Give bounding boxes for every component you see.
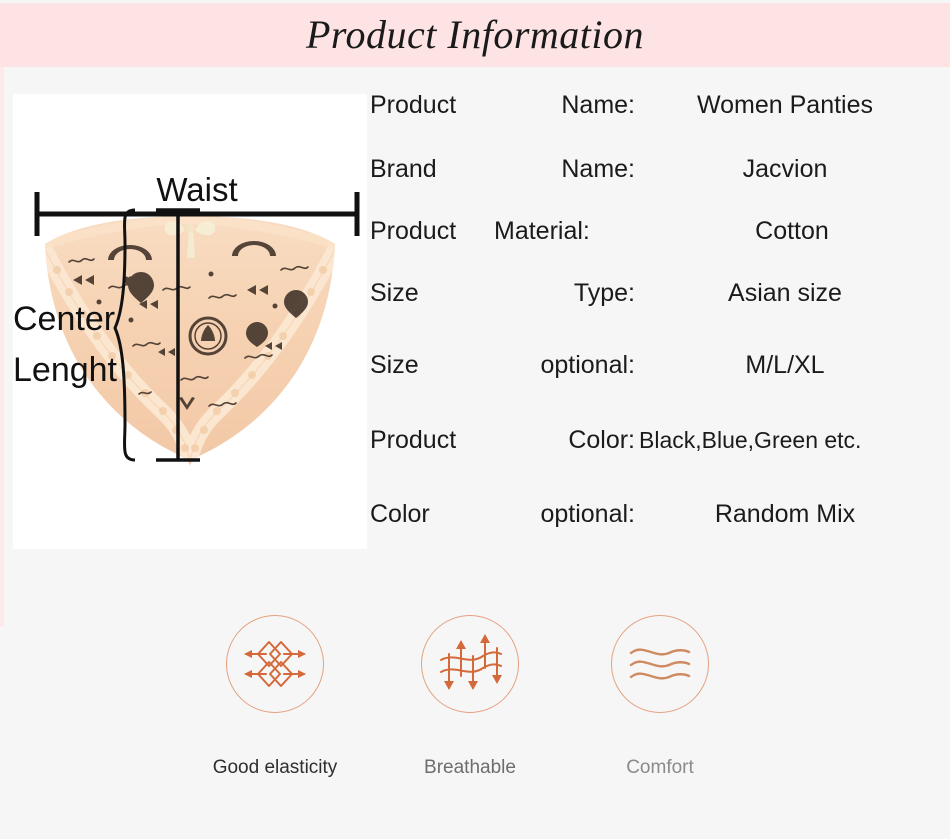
waist-label: Waist <box>156 171 237 208</box>
spec-row-size-optional: Size optional: M/L/XL <box>370 348 946 382</box>
spec-row-product-material: Product Material: Cotton <box>370 214 946 248</box>
feature-breathable: Breathable <box>370 615 570 800</box>
wavy-lines-icon <box>629 648 691 680</box>
spec-value: Women Panties <box>696 90 873 119</box>
spec-key-primary: Product <box>370 425 457 454</box>
spec-key-secondary: Color: <box>568 425 635 454</box>
spec-value: Jacvion <box>742 154 828 183</box>
feature-label: Breathable <box>424 757 516 778</box>
spec-key-secondary: Name: <box>561 154 635 183</box>
airflow-arrows-icon <box>440 634 502 690</box>
center-length-label-line1: Center <box>13 300 115 338</box>
spec-key-secondary: Material: <box>494 216 590 245</box>
left-edge-strip <box>0 67 4 627</box>
spec-key-secondary: Name: <box>561 90 635 119</box>
header-banner: Product Information <box>0 3 950 67</box>
spec-value: Asian size <box>728 278 842 307</box>
spec-key-secondary: Type: <box>573 278 635 307</box>
spec-key-primary: Size <box>370 350 419 379</box>
feature-circle <box>226 615 324 713</box>
feature-highlights: Good elasticity Breathable Comfort <box>175 615 775 800</box>
feature-circle <box>421 615 519 713</box>
spec-row-size-type: Size Type: Asian size <box>370 276 946 310</box>
stretch-arrows-icon <box>244 641 306 687</box>
spec-key-primary: Product <box>370 216 457 245</box>
feature-label: Good elasticity <box>212 757 338 778</box>
spec-key-secondary: optional: <box>540 499 635 528</box>
spec-value: Black,Blue,Green etc. <box>639 426 862 453</box>
spec-key-primary: Color <box>370 499 430 528</box>
spec-row-product-color: Product Color: Black,Blue,Green etc. <box>370 423 946 457</box>
center-length-label-line2: Lenght <box>13 351 118 389</box>
spec-row-color-optional: Color optional: Random Mix <box>370 497 946 531</box>
product-image-panel: Waist Center Lenght <box>13 94 367 549</box>
feature-label: Comfort <box>626 757 694 778</box>
product-information-page: Product Information Waist Center Lenght … <box>0 0 950 839</box>
feature-circle <box>611 615 709 713</box>
spec-row-product-name: Product Name: Women Panties <box>370 88 946 122</box>
spec-value: Random Mix <box>714 499 856 528</box>
spec-key-primary: Brand <box>370 154 437 183</box>
product-spec-list: Product Name: Women Panties Brand Name: … <box>370 88 946 558</box>
spec-key-secondary: optional: <box>540 350 635 379</box>
spec-value: Cotton <box>755 216 829 245</box>
spec-value: M/L/XL <box>745 350 825 379</box>
page-title: Product Information <box>306 12 644 57</box>
feature-comfort: Comfort <box>560 615 760 800</box>
spec-key-primary: Product <box>370 90 457 119</box>
spec-row-brand-name: Brand Name: Jacvion <box>370 152 946 186</box>
feature-good-elasticity: Good elasticity <box>175 615 375 800</box>
spec-key-primary: Size <box>370 278 419 307</box>
product-photo-with-measurements: Waist Center Lenght <box>13 94 367 549</box>
